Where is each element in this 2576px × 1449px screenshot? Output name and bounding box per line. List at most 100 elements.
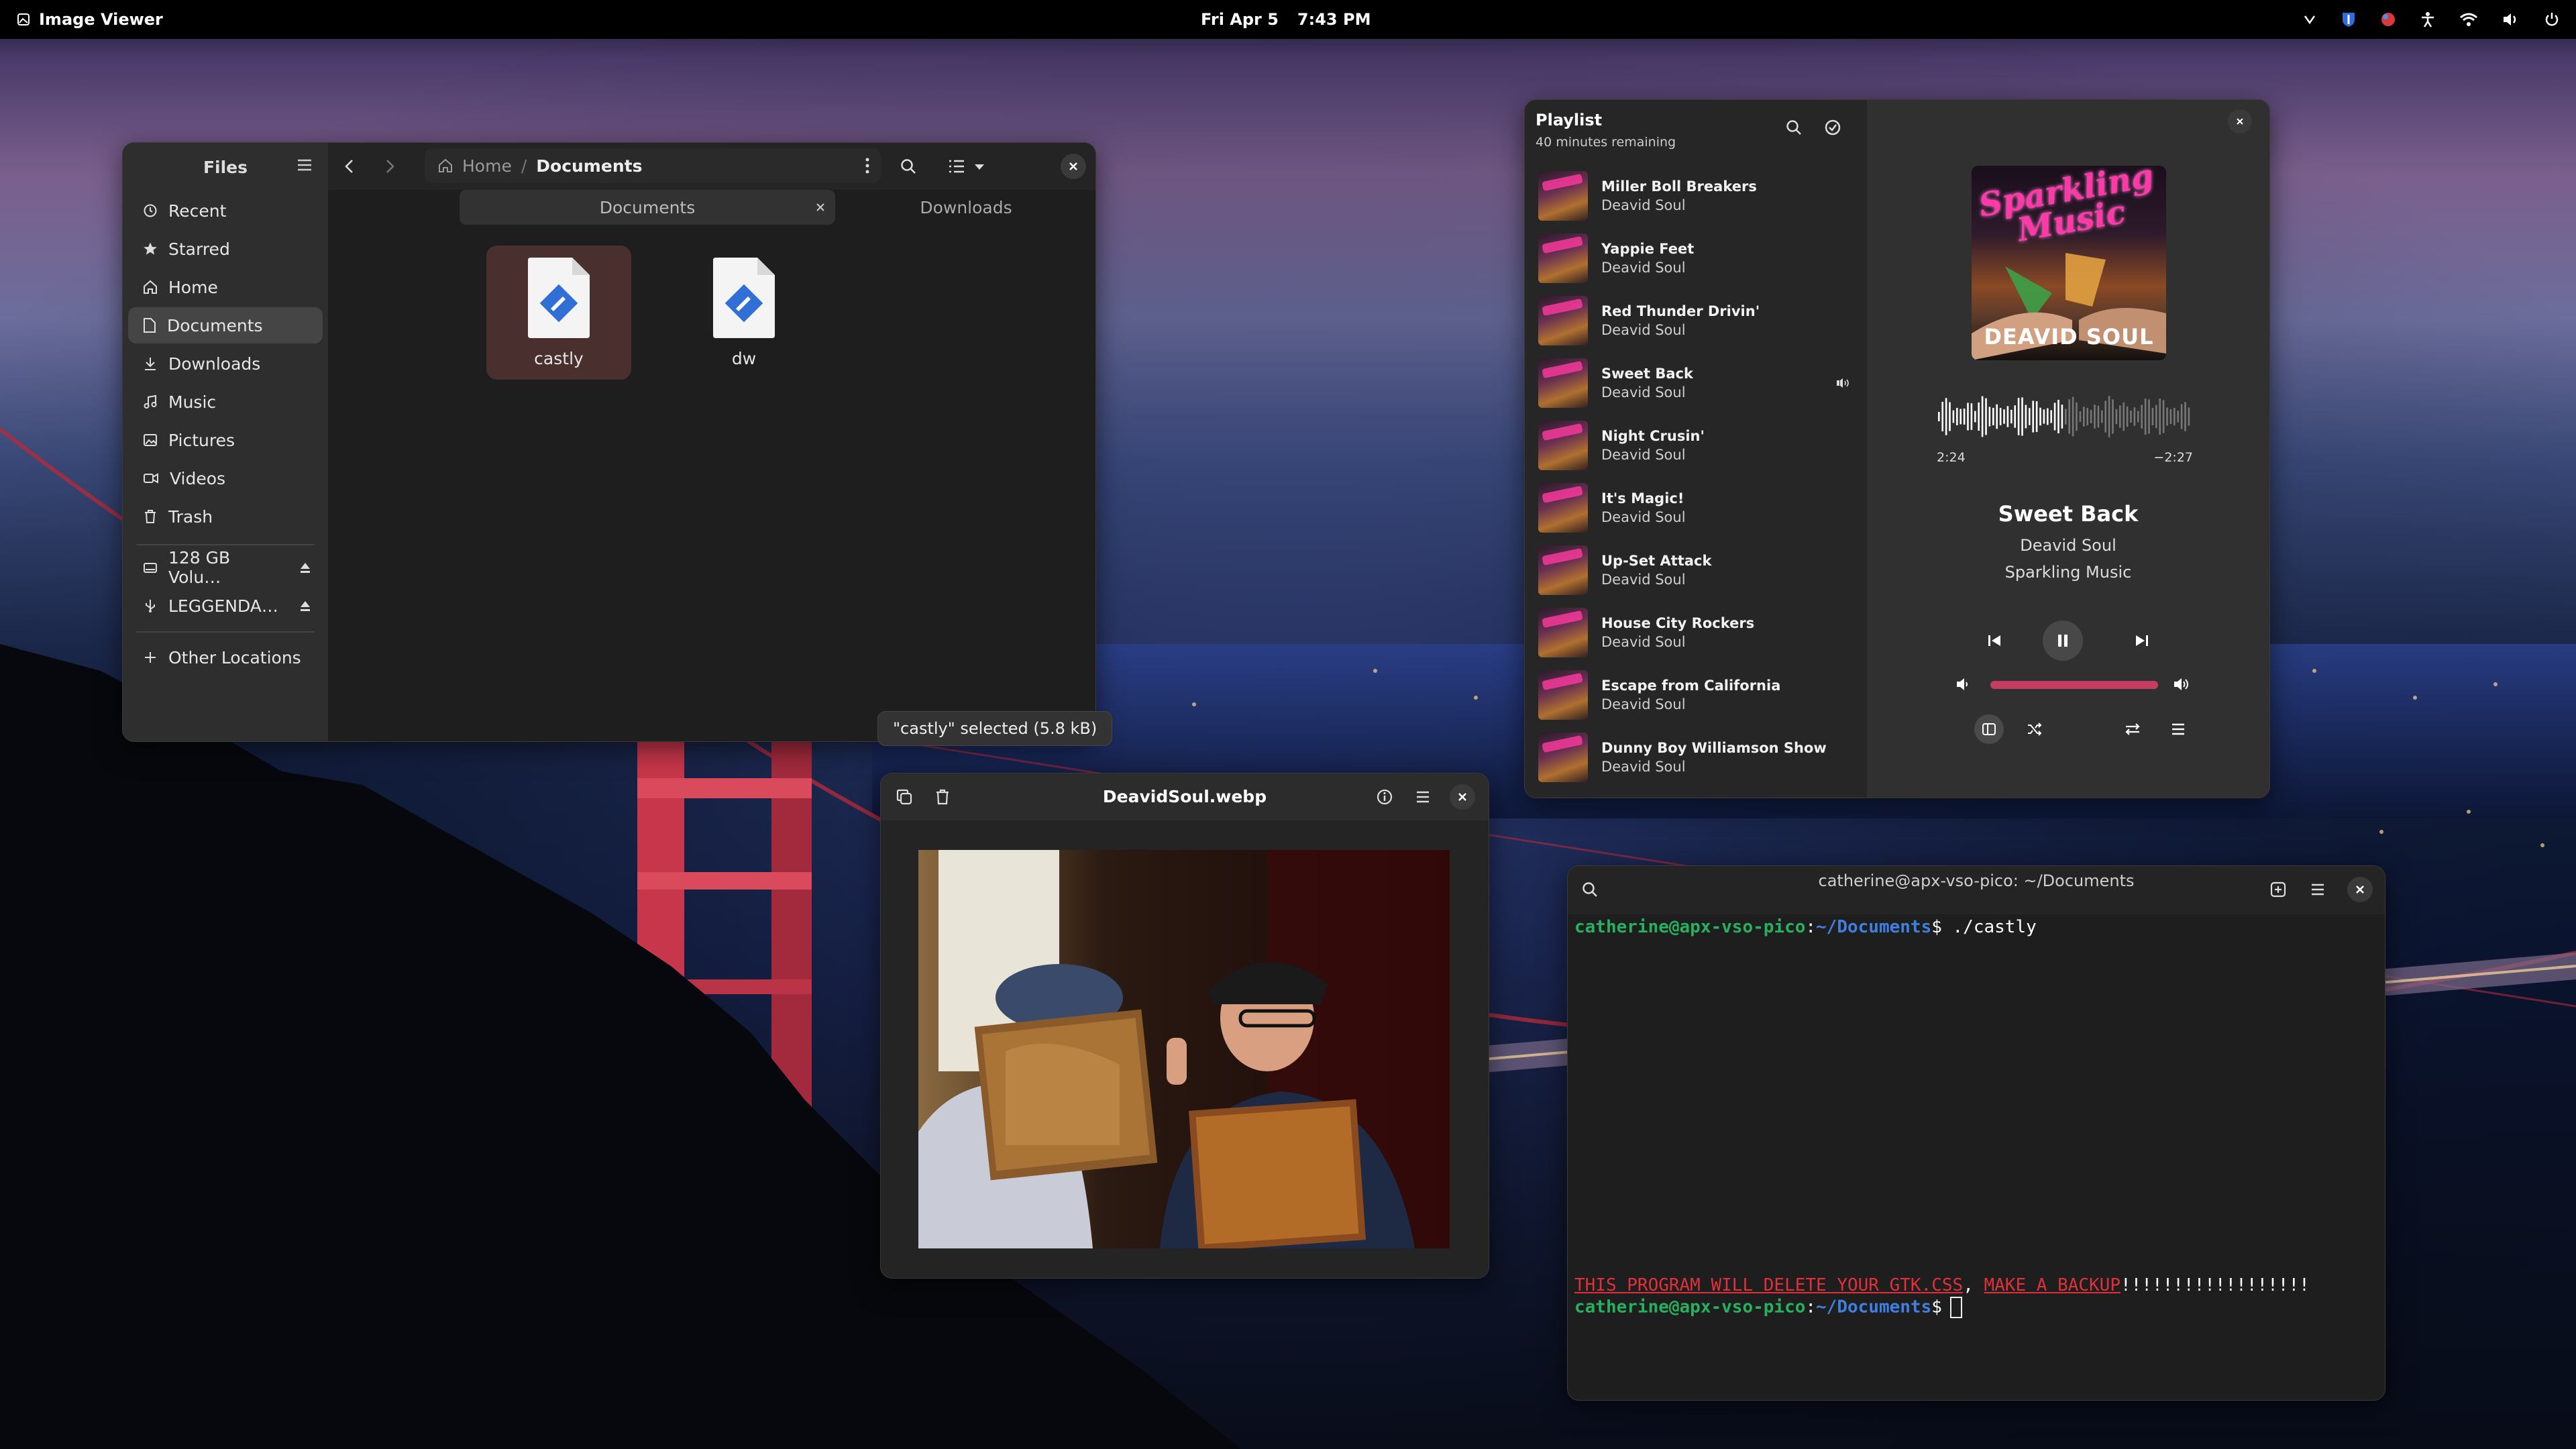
- sidebar-item-home[interactable]: Home: [128, 269, 323, 305]
- sidebar-item-documents[interactable]: Documents: [128, 307, 323, 343]
- volume-fill: [1990, 681, 2158, 689]
- waveform-bar: [2057, 400, 2059, 433]
- playlist-track[interactable]: Yappie Feet Deavid Soul: [1530, 228, 1862, 288]
- waveform-bar: [2068, 399, 2070, 434]
- search-icon[interactable]: [900, 158, 917, 175]
- sidebar-item-label: Starred: [168, 239, 230, 259]
- previous-button[interactable]: [1980, 626, 2009, 655]
- forward-icon[interactable]: [380, 158, 398, 175]
- warning-text-2: MAKE A BACKUP: [1984, 1275, 2121, 1295]
- playlist-track[interactable]: Sweet Back Deavid Soul: [1530, 353, 1862, 413]
- playlist-track[interactable]: Up-Set Attack Deavid Soul: [1530, 540, 1862, 600]
- waveform-bar: [2119, 405, 2121, 428]
- file-name: castly: [534, 349, 584, 368]
- tab-documents[interactable]: Documents: [460, 190, 835, 225]
- files-window: Files Recent Starred Home Documents Down…: [122, 142, 1096, 742]
- image-viewer-icon: [17, 13, 30, 25]
- tab-downloads[interactable]: Downloads: [842, 190, 1090, 225]
- close-button[interactable]: [1450, 784, 1475, 810]
- playlist-pane: Playlist 40 minutes remaining Miller Bol…: [1525, 100, 1867, 798]
- search-icon[interactable]: [1785, 119, 1803, 136]
- playlist-track[interactable]: Dunny Boy Williamson Show Deavid Soul: [1530, 727, 1862, 788]
- sidebar-item-trash[interactable]: Trash: [128, 498, 323, 535]
- waveform-seekbar[interactable]: [1938, 391, 2193, 442]
- sidebar-item-label: Trash: [168, 506, 213, 527]
- sidebar-item-downloads[interactable]: Downloads: [128, 345, 323, 382]
- playlist-track[interactable]: Red Thunder Drivin' Deavid Soul: [1530, 290, 1862, 351]
- track-cover: [1538, 421, 1588, 470]
- waveform-bar: [2017, 398, 2020, 435]
- power-icon: [2545, 13, 2559, 26]
- video-icon: [144, 473, 158, 484]
- waveform-bar: [2010, 409, 2012, 424]
- sidebar-item-starred[interactable]: Starred: [128, 231, 323, 267]
- playlist-track[interactable]: House City Rockers Deavid Soul: [1530, 602, 1862, 663]
- waveform-bar: [2021, 397, 2023, 436]
- system-tray[interactable]: [2302, 0, 2560, 39]
- app-menu[interactable]: Image Viewer: [16, 0, 163, 39]
- waveform-bar: [2159, 398, 2161, 435]
- breadcrumb[interactable]: Home / Documents: [425, 148, 881, 183]
- terminal-line-1: catherine@apx-vso-pico:~/Documents$ ./ca…: [1574, 917, 2037, 937]
- breadcrumb-home[interactable]: Home: [462, 156, 512, 176]
- close-button[interactable]: [1061, 154, 1086, 179]
- waveform-bar: [2123, 402, 2125, 431]
- hamburger-menu-icon[interactable]: [2310, 882, 2326, 897]
- sidebar-item-videos[interactable]: Videos: [128, 460, 323, 496]
- pause-button[interactable]: [2043, 621, 2083, 661]
- eject-icon[interactable]: [299, 561, 312, 574]
- clock[interactable]: Fri Apr 5 7:43 PM: [1201, 0, 1371, 39]
- list-view-icon[interactable]: [948, 159, 965, 174]
- new-tab-icon[interactable]: [2269, 881, 2287, 898]
- playlist-track[interactable]: It's Magic! Deavid Soul: [1530, 478, 1862, 538]
- album-cover: Sparkling Music DEAVID SOUL: [1972, 166, 2166, 360]
- close-button[interactable]: [2347, 877, 2373, 902]
- breadcrumb-current[interactable]: Documents: [536, 156, 642, 176]
- selection-status: "castly" selected (5.8 kB): [877, 711, 1113, 746]
- hamburger-menu-icon[interactable]: [1415, 790, 1431, 804]
- star-icon: [144, 242, 157, 255]
- toggle-sidebar-button[interactable]: [1974, 714, 2004, 744]
- select-icon[interactable]: [1824, 119, 1841, 136]
- waveform-bar: [1963, 409, 1966, 425]
- top-bar: Image Viewer Fri Apr 5 7:43 PM: [0, 0, 2576, 39]
- playlist-track[interactable]: Night Crusin' Deavid Soul: [1530, 415, 1862, 476]
- playlist-track[interactable]: Miller Boll Breakers Deavid Soul: [1530, 166, 1862, 226]
- volume-high-icon: [2174, 678, 2188, 690]
- track-info: Yappie Feet Deavid Soul: [1601, 241, 1694, 276]
- shuffle-button[interactable]: [2020, 714, 2049, 744]
- waveform-bar: [2032, 400, 2034, 433]
- back-icon[interactable]: [341, 158, 359, 175]
- waveform-bar: [2184, 402, 2186, 431]
- terminal-line-3[interactable]: catherine@apx-vso-pico:~/Documents$: [1574, 1297, 1962, 1318]
- volume-slider[interactable]: [1990, 681, 2158, 689]
- eject-icon[interactable]: [299, 599, 312, 612]
- sidebar-item-usb[interactable]: LEGGENDA…: [128, 588, 323, 624]
- next-button[interactable]: [2127, 626, 2157, 655]
- playlist-track[interactable]: Escape from California Deavid Soul: [1530, 665, 1862, 725]
- sidebar-item-music[interactable]: Music: [128, 384, 323, 420]
- sidebar-item-recent[interactable]: Recent: [128, 193, 323, 229]
- track-info: It's Magic! Deavid Soul: [1601, 490, 1686, 525]
- waveform-bar: [1949, 402, 1951, 431]
- close-button[interactable]: [2228, 109, 2252, 133]
- chevron-down-icon[interactable]: [973, 163, 985, 171]
- app-name: Image Viewer: [39, 10, 163, 29]
- waveform-bar: [1985, 398, 1987, 435]
- sidebar-item-other-locations[interactable]: Other Locations: [128, 639, 323, 676]
- displayed-photo[interactable]: [918, 850, 1450, 1248]
- clock-time: 7:43 PM: [1297, 10, 1371, 29]
- sidebar-item-pictures[interactable]: Pictures: [128, 422, 323, 458]
- more-options-icon[interactable]: [865, 157, 870, 174]
- close-tab-icon[interactable]: [815, 202, 826, 213]
- track-artist: Deavid Soul: [1601, 384, 1686, 400]
- file-item-dw[interactable]: dw: [672, 246, 816, 380]
- menu-button[interactable]: [2163, 714, 2193, 744]
- info-icon[interactable]: [1376, 788, 1393, 806]
- hamburger-menu-icon[interactable]: [296, 156, 313, 174]
- repeat-button[interactable]: [2118, 714, 2147, 744]
- file-item-castly[interactable]: castly: [486, 246, 631, 380]
- file-name: dw: [731, 349, 757, 368]
- sidebar-item-volume[interactable]: 128 GB Volu…: [128, 548, 323, 587]
- volume-icon: [2504, 13, 2516, 25]
